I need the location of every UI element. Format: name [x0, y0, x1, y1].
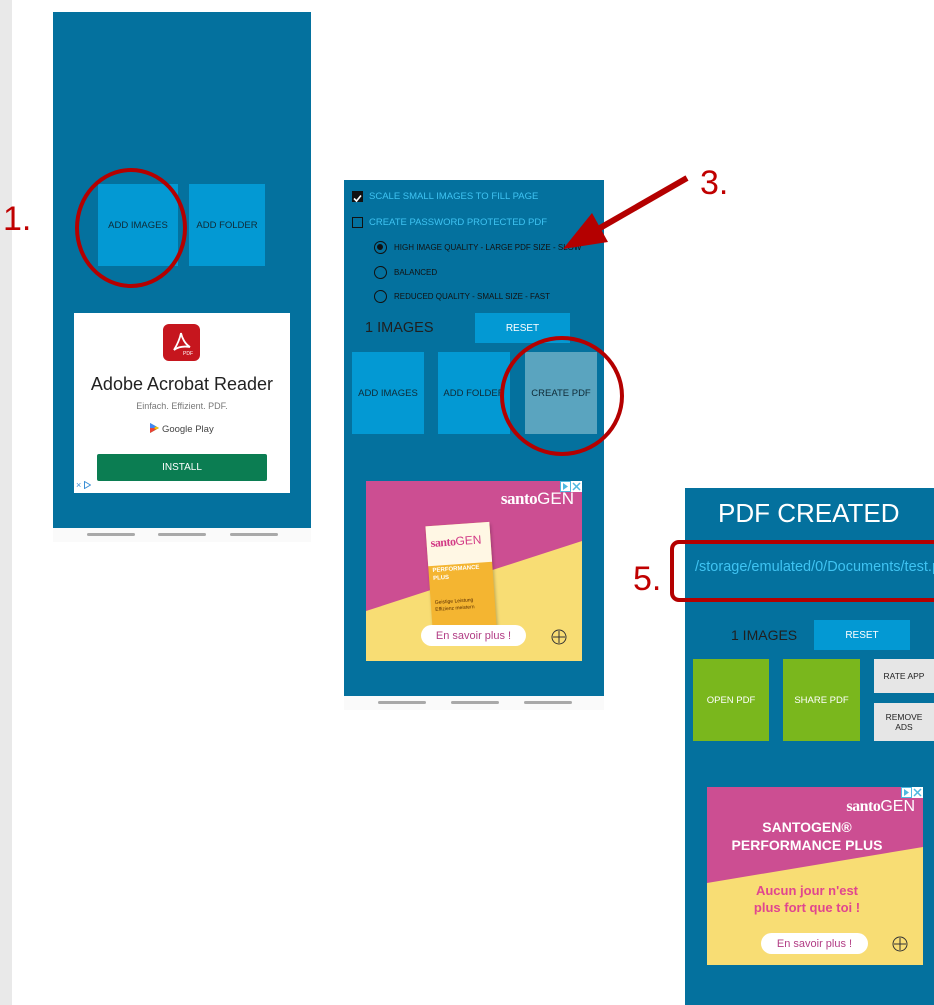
scale-checkbox[interactable] [352, 191, 363, 203]
step-1-label: 1. [3, 200, 32, 238]
learn-more-button[interactable]: En savoir plus ! [761, 933, 868, 954]
image-count-label: 1 IMAGES [731, 627, 798, 643]
reset-button[interactable]: RESET [814, 620, 910, 650]
product-box: santoGEN PERFORMANCE PLUS Geistige Leist… [425, 521, 497, 631]
santogen-logo: santoGEN [500, 489, 574, 508]
left-margin-bar [0, 0, 12, 1005]
nav-pill[interactable] [524, 701, 572, 704]
pdf-badge-text: PDF [183, 351, 193, 357]
system-nav-bar [53, 528, 311, 542]
google-play-icon [150, 423, 160, 433]
nav-pill[interactable] [87, 533, 135, 536]
rate-app-button[interactable]: RATE APP [874, 659, 934, 693]
high-quality-label: HIGH IMAGE QUALITY - LARGE PDF SIZE - SL… [394, 243, 582, 252]
radio-reduced-quality[interactable] [374, 290, 387, 303]
radio-balanced[interactable] [374, 266, 387, 279]
install-button[interactable]: INSTALL [97, 454, 267, 481]
bayer-cross-icon [551, 629, 567, 645]
step-5-label: 5. [633, 560, 662, 598]
learn-more-button[interactable]: En savoir plus ! [421, 625, 526, 646]
checkmark-icon [353, 194, 362, 203]
highlight-box-pdf-path [670, 540, 934, 602]
open-pdf-button[interactable]: OPEN PDF [693, 659, 769, 741]
radio-high-quality[interactable] [374, 241, 387, 254]
scale-option-label: SCALE SMALL IMAGES TO FILL PAGE [369, 191, 539, 202]
product-box-line2: PLUS [432, 574, 450, 582]
highlight-circle-add-images [75, 168, 187, 288]
pdf-created-title: PDF CREATED [718, 498, 900, 528]
password-option-label: CREATE PASSWORD PROTECTED PDF [369, 217, 548, 228]
adchoices-icon[interactable] [560, 481, 582, 492]
reduced-quality-label: REDUCED QUALITY - SMALL SIZE - FAST [394, 292, 551, 301]
acrobat-app-icon: PDF [163, 324, 200, 361]
santogen-ad-banner[interactable]: santoGEN SANTOGEN® PERFORMANCE PLUS Aucu… [707, 787, 923, 965]
share-pdf-button[interactable]: SHARE PDF [783, 659, 860, 741]
ad-app-name: Adobe Acrobat Reader [90, 374, 274, 394]
google-play-label: Google Play [161, 424, 214, 435]
remove-ads-button[interactable]: REMOVE ADS [874, 703, 934, 741]
step-3-label: 3. [700, 164, 729, 202]
product-box-line1: PERFORMANCE [432, 564, 480, 574]
ad-headline-1: SANTOGEN® [762, 819, 852, 835]
image-count-label: 1 IMAGES [365, 320, 434, 336]
adchoices-icon[interactable]: × [76, 480, 92, 490]
santogen-ad-banner[interactable]: santoGEN santoGEN PERFORMANCE PLUS Geist… [366, 481, 582, 661]
nav-pill[interactable] [451, 701, 499, 704]
product-box-line4: Effizienz meistern [435, 604, 475, 613]
ad-headline-2: PERFORMANCE PLUS [731, 837, 883, 853]
adchoices-icon[interactable] [901, 787, 923, 798]
ad-slogan-1: Aucun jour n'est [755, 883, 859, 898]
add-folder-button[interactable]: ADD FOLDER [189, 184, 265, 266]
nav-pill[interactable] [158, 533, 206, 536]
password-checkbox[interactable] [352, 217, 363, 228]
google-play-row: Google Play [74, 423, 290, 435]
bayer-cross-icon [892, 936, 908, 952]
nav-pill[interactable] [378, 701, 426, 704]
system-nav-bar [344, 696, 604, 710]
ad-tagline: Einfach. Effizient. PDF. [136, 401, 228, 411]
ad-slogan-2: plus fort que toi ! [753, 900, 861, 915]
highlight-circle-create-pdf [500, 336, 624, 456]
nav-pill[interactable] [230, 533, 278, 536]
screen-1-phone: ADD IMAGES ADD FOLDER PDF Adobe Acrobat … [53, 12, 311, 542]
adchoices-close-glyph: × [76, 480, 82, 490]
add-images-button[interactable]: ADD IMAGES [352, 352, 424, 434]
balanced-label: BALANCED [394, 268, 438, 277]
acrobat-ad-banner[interactable]: PDF Adobe Acrobat Reader Einfach. Effizi… [74, 313, 290, 493]
santogen-logo: santoGEN [846, 798, 915, 815]
